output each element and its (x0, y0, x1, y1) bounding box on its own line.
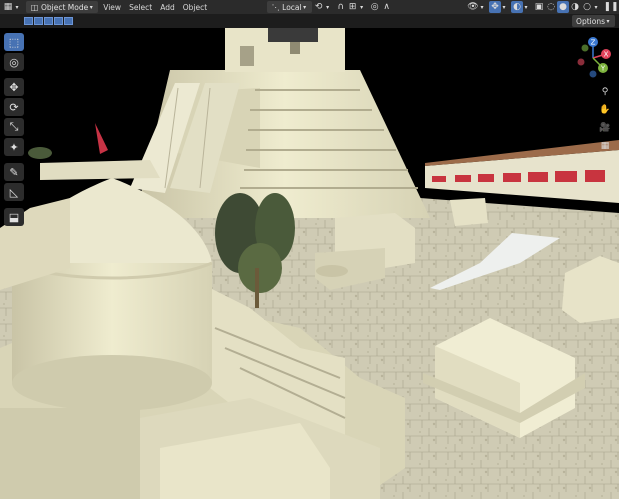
select-subtract-icon[interactable] (44, 17, 53, 25)
mode-label: Object Mode (41, 2, 89, 12)
editor-type-icon[interactable]: ▦ (2, 1, 14, 13)
menu-select[interactable]: Select (125, 0, 156, 14)
select-intersect-icon[interactable] (64, 17, 73, 25)
chevron-down-icon: ▾ (89, 3, 93, 11)
transform-icon[interactable]: ✦ (4, 138, 24, 156)
gizmo-neg-y-icon[interactable] (581, 44, 589, 52)
proportional-edit-icon[interactable]: ◎ (369, 1, 381, 13)
visibility-icon[interactable]: 👁 (467, 1, 479, 13)
zoom-icon[interactable]: ⚲ (599, 85, 611, 99)
grid-icon[interactable]: ▦ (599, 139, 611, 153)
menu-object[interactable]: Object (179, 0, 211, 14)
measure-icon[interactable]: ◺ (4, 183, 24, 201)
snap-target-icon[interactable]: ⊞ (347, 1, 359, 13)
wireframe-icon[interactable]: ◌ (545, 1, 557, 13)
3d-viewport[interactable] (0, 28, 619, 499)
gizmo-z-label: Z (591, 39, 596, 47)
move-icon[interactable]: ✥ (4, 78, 24, 96)
material-icon[interactable]: ◑ (569, 1, 581, 13)
chevron-down-icon[interactable]: ▾ (359, 1, 365, 13)
gizmo-y-label: Y (600, 65, 606, 73)
falloff-icon[interactable]: ∧ (381, 1, 393, 13)
orientation-icon: ⋱ (271, 2, 280, 12)
gizmo-x-label: X (604, 51, 609, 59)
chevron-down-icon[interactable]: ▾ (14, 1, 20, 13)
gizmo-neg-z-icon[interactable] (589, 70, 597, 78)
add-cube-icon[interactable]: ⬓ (4, 208, 24, 226)
cursor-icon[interactable]: ◎ (4, 53, 24, 71)
orientation-label: Local (282, 2, 302, 12)
navigation-controls: ⚲ ✋ 🎥 ▦ (599, 84, 613, 156)
pause-icon[interactable]: ❚❚ (603, 1, 618, 13)
rotate-icon[interactable]: ⟳ (4, 98, 24, 116)
camera-icon[interactable]: 🎥 (599, 121, 611, 135)
pivot-icon[interactable]: ⟲ (313, 1, 325, 13)
scale-icon[interactable]: ⤡ (4, 118, 24, 136)
toolbar: ⬚ ◎ ✥ ⟳ ⤡ ✦ ✎ ◺ ⬓ (4, 33, 26, 228)
right-block-small (450, 198, 488, 226)
select-new-icon[interactable] (24, 17, 33, 25)
viewport-header: ▦ ▾ ◫ Object Mode ▾ View Select Add Obje… (0, 0, 619, 14)
chevron-down-icon[interactable]: ▾ (501, 1, 507, 13)
options-label: Options (576, 16, 605, 26)
chevron-down-icon: ▾ (303, 3, 307, 11)
hand-icon[interactable]: ✋ (599, 103, 611, 117)
solid-icon[interactable]: ● (557, 1, 569, 13)
menu-add[interactable]: Add (156, 0, 179, 14)
select-box-icon[interactable]: ⬚ (4, 33, 24, 51)
gizmo-icon[interactable]: ✥ (489, 1, 501, 13)
chevron-down-icon[interactable]: ▾ (325, 1, 331, 13)
selection-mode-group (24, 17, 74, 25)
rendered-icon[interactable]: ○ (581, 1, 593, 13)
options-button[interactable]: Options ▾ (572, 15, 615, 27)
chevron-down-icon[interactable]: ▾ (523, 1, 529, 13)
select-extend-icon[interactable] (34, 17, 43, 25)
gizmo-neg-x-icon[interactable] (577, 58, 585, 66)
annotate-icon[interactable]: ✎ (4, 163, 24, 181)
magnet-icon[interactable]: ∩ (335, 1, 347, 13)
chevron-down-icon[interactable]: ▾ (479, 1, 485, 13)
chevron-down-icon[interactable]: ▾ (593, 1, 599, 13)
object-mode-icon: ◫ (30, 2, 39, 12)
select-invert-icon[interactable] (54, 17, 63, 25)
overlay-icon[interactable]: ◐ (511, 1, 523, 13)
navigation-gizmo[interactable]: Z X Y (573, 34, 613, 82)
xray-icon[interactable]: ▣ (533, 1, 545, 13)
menu-view[interactable]: View (99, 0, 125, 14)
mode-selector[interactable]: ◫ Object Mode ▾ (26, 1, 99, 13)
chevron-down-icon: ▾ (606, 17, 610, 25)
tool-settings-bar (0, 14, 619, 28)
transform-orientation[interactable]: ⋱ Local ▾ (267, 1, 312, 13)
